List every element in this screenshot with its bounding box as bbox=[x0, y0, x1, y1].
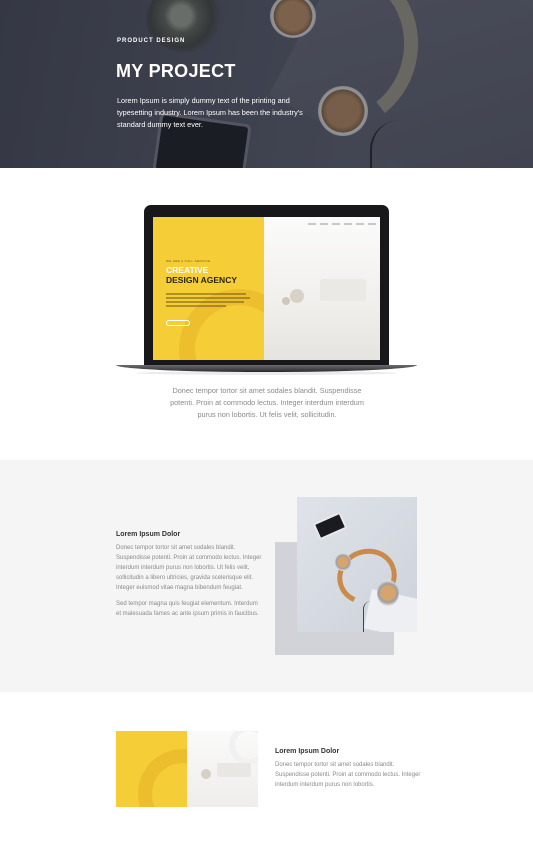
feature-heading: Lorem Ipsum Dolor bbox=[275, 748, 340, 755]
preview-yellow-panel bbox=[116, 731, 187, 807]
screen-cta-button bbox=[166, 320, 190, 326]
laptop-shadow bbox=[136, 371, 397, 375]
screen-nav-item bbox=[308, 223, 316, 225]
screen-eyebrow: WE ARE A FULL SERVICE bbox=[166, 259, 211, 263]
screen-nav-item bbox=[368, 223, 376, 225]
hero-eyebrow: PRODUCT DESIGN bbox=[117, 38, 186, 44]
screen-nav-item bbox=[344, 223, 352, 225]
screen-text-line bbox=[166, 301, 244, 303]
feature-heading: Lorem Ipsum Dolor bbox=[116, 531, 181, 538]
vase-image bbox=[201, 769, 211, 779]
screen-headline-line1: CREATIVE bbox=[166, 265, 209, 275]
sofa-image bbox=[217, 763, 251, 777]
hero-description: Lorem Ipsum is simply dummy text of the … bbox=[117, 96, 303, 129]
screen-yellow-panel: WE ARE A FULL SERVICE CREATIVE DESIGN AG… bbox=[153, 217, 264, 360]
sofa-image bbox=[320, 279, 366, 301]
laptop-mockup: WE ARE A FULL SERVICE CREATIVE DESIGN AG… bbox=[116, 205, 417, 375]
screen-text-line bbox=[166, 297, 250, 299]
feature-paragraph: Donec tempor tortor sit amet sodales bla… bbox=[116, 545, 262, 591]
decorative-arc bbox=[138, 749, 187, 807]
headphones-photo bbox=[297, 497, 417, 632]
screen-nav-item bbox=[320, 223, 328, 225]
hero-title: MY PROJECT bbox=[116, 61, 236, 81]
feature-section-grey: Lorem Ipsum Dolor Donec tempor tortor si… bbox=[0, 460, 533, 692]
headphones-cable-image bbox=[363, 601, 373, 632]
decorative-arc bbox=[179, 289, 264, 360]
feature-paragraph: Donec tempor tortor sit amet sodales bla… bbox=[275, 762, 421, 788]
vase-image bbox=[282, 297, 290, 305]
laptop-screen: WE ARE A FULL SERVICE CREATIVE DESIGN AG… bbox=[153, 217, 380, 360]
hero-overlay bbox=[0, 0, 533, 168]
screen-photo-panel bbox=[264, 217, 380, 360]
design-preview-image bbox=[116, 731, 258, 807]
feature-paragraph: Sed tempor magna quis feugiat elementum.… bbox=[116, 601, 259, 617]
smartphone-image bbox=[312, 511, 348, 541]
headphones-earcup-image bbox=[335, 553, 351, 571]
screen-headline-line2: DESIGN AGENCY bbox=[166, 275, 238, 285]
hero-banner: PRODUCT DESIGN MY PROJECT Lorem Ipsum is… bbox=[0, 0, 533, 168]
screen-nav-item bbox=[356, 223, 364, 225]
preview-photo-panel bbox=[187, 731, 258, 807]
screen-text-line bbox=[166, 305, 226, 307]
screen-text-line bbox=[166, 293, 246, 295]
vase-image bbox=[290, 289, 304, 303]
decorative-arch bbox=[229, 731, 258, 765]
laptop-caption: Donec tempor tortor sit amet sodales bla… bbox=[170, 386, 364, 419]
screen-nav-item bbox=[332, 223, 340, 225]
headphones-earcup-image bbox=[377, 580, 399, 606]
